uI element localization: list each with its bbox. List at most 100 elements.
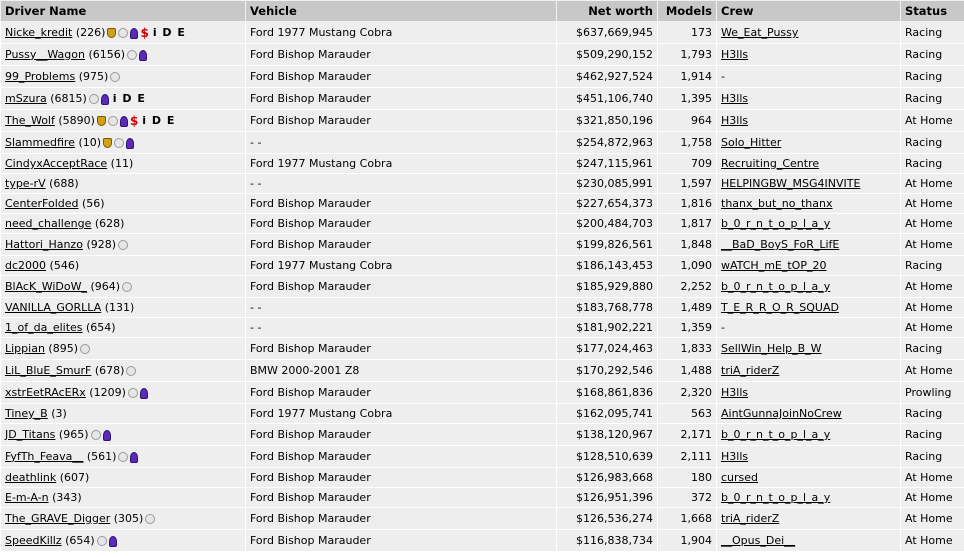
driver-cell: Slammedfire (10) — [0, 131, 246, 154]
table-row: FyfTh_Feava__ (561) Ford Bishop Marauder $… — [0, 445, 964, 468]
crew-link[interactable]: triA_riderZ — [721, 512, 779, 525]
driver-name-link[interactable]: BlAcK_WiDoW_ — [5, 280, 87, 293]
driver-level: (628) — [94, 217, 125, 230]
driver-name-link[interactable]: Hattori_Hanzo — [5, 238, 83, 251]
driver-name-link[interactable]: Tiney_B — [5, 407, 48, 420]
crew-link[interactable]: b_0_r_n_t_o_p_l_a_y — [721, 217, 830, 230]
grey-icon-wrap — [126, 364, 137, 377]
driver-name-link[interactable]: 1_of_da_elites — [5, 321, 83, 334]
col-header-crew[interactable]: Crew — [716, 0, 901, 22]
driver-cell: type-rV (688) — [0, 173, 246, 194]
ribbon-icon — [130, 451, 139, 463]
networth-cell: $199,826,561 — [556, 233, 658, 256]
models-cell: 1,597 — [657, 173, 717, 194]
col-header-status[interactable]: Status — [900, 0, 964, 22]
driver-name-link[interactable]: xstrEetRAcERx — [5, 386, 86, 399]
driver-name-link[interactable]: dc2000 — [5, 259, 46, 272]
driver-name-link[interactable]: Slammedfire — [5, 136, 75, 149]
crew-link[interactable]: Solo_Hitter — [721, 136, 781, 149]
driver-name-link[interactable]: type-rV — [5, 177, 46, 190]
driver-name-link[interactable]: Lippian — [5, 342, 45, 355]
crew-link[interactable]: b_0_r_n_t_o_p_l_a_y — [721, 428, 830, 441]
crew-link[interactable]: thanx_but_no_thanx — [721, 197, 832, 210]
status-cell: Racing — [900, 403, 964, 424]
crew-cell: cursed — [716, 467, 901, 488]
driver-level: (11) — [110, 157, 134, 170]
crew-cell: We_Eat_Pussy — [716, 21, 901, 44]
driver-name-link[interactable]: need_challenge — [5, 217, 91, 230]
crew-link[interactable]: H3lls — [721, 386, 748, 399]
driver-name-link[interactable]: The_Wolf — [5, 114, 55, 127]
crew-link[interactable]: AintGunnaJoinNoCrew — [721, 407, 842, 420]
crew-cell: H3lls — [716, 381, 901, 404]
crew-link[interactable]: H3lls — [721, 114, 748, 127]
status-cell: At Home — [900, 213, 964, 234]
driver-cell: deathlink (607) — [0, 467, 246, 488]
crew-link[interactable]: H3lls — [721, 92, 748, 105]
crew-link[interactable]: Recruiting_Centre — [721, 157, 819, 170]
grey-icon-wrap — [127, 48, 138, 61]
table-row: CindyxAcceptRace (11) Ford 1977 Mustang C… — [0, 153, 964, 174]
driver-name-link[interactable]: JD_Titans — [5, 428, 55, 441]
status-cell: At Home — [900, 487, 964, 508]
models-cell: 1,904 — [657, 529, 717, 552]
ribbon-icon-wrap — [102, 428, 111, 441]
driver-cell: xstrEetRAcERx (1209) — [0, 381, 246, 404]
driver-name-link[interactable]: The_GRAVE_Digger — [5, 512, 110, 525]
crew-link[interactable]: __BaD_BoyS_FoR_LifE — [721, 238, 839, 251]
models-cell: 1,816 — [657, 193, 717, 214]
col-header-driver[interactable]: Driver Name — [0, 0, 246, 22]
networth-cell: $227,654,373 — [556, 193, 658, 214]
driver-cell: LiL_BluE_SmurF (678) — [0, 359, 246, 382]
col-header-vehicle[interactable]: Vehicle — [245, 0, 557, 22]
grey-badge-icon — [80, 344, 91, 355]
vehicle-cell: Ford Bishop Marauder — [245, 213, 557, 234]
crew-link[interactable]: SellWin_Help_B_W — [721, 342, 822, 355]
col-header-networth[interactable]: Net worth — [556, 0, 658, 22]
driver-cell: The_Wolf (5890) $ i D E — [0, 109, 246, 132]
grey-icon-wrap — [118, 238, 129, 251]
crew-link[interactable]: We_Eat_Pussy — [721, 26, 798, 39]
driver-name-link[interactable]: CindyxAcceptRace — [5, 157, 107, 170]
crew-cell: Solo_Hitter — [716, 131, 901, 154]
ribbon-icon-wrap — [119, 114, 128, 127]
crew-link[interactable]: H3lls — [721, 48, 748, 61]
crew-link[interactable]: cursed — [721, 471, 758, 484]
status-cell: At Home — [900, 507, 964, 530]
driver-name-link[interactable]: 99_Problems — [5, 70, 75, 83]
crew-link[interactable]: HELPINGBW_MSG4INVITE — [721, 177, 860, 190]
ribbon-icon — [126, 137, 135, 149]
driver-name-link[interactable]: CenterFolded — [5, 197, 78, 210]
table-row: JD_Titans (965) Ford Bishop Marauder $138,… — [0, 423, 964, 446]
models-cell: 1,090 — [657, 255, 717, 276]
crew-cell: thanx_but_no_thanx — [716, 193, 901, 214]
models-cell: 2,171 — [657, 423, 717, 446]
driver-name-link[interactable]: FyfTh_Feava__ — [5, 450, 83, 463]
crew-link[interactable]: b_0_r_n_t_o_p_l_a_y — [721, 491, 830, 504]
networth-cell: $451,106,740 — [556, 87, 658, 110]
crew-link[interactable]: __Opus_Dei__ — [721, 534, 795, 547]
models-cell: 964 — [657, 109, 717, 132]
driver-name-link[interactable]: SpeedKillz — [5, 534, 62, 547]
crew-link[interactable]: H3lls — [721, 450, 748, 463]
models-cell: 1,359 — [657, 317, 717, 338]
driver-name-link[interactable]: E-m-A-n — [5, 491, 49, 504]
driver-name-link[interactable]: VANILLA_GORLLA — [5, 301, 101, 314]
driver-cell: CenterFolded (56) — [0, 193, 246, 214]
ribbon-icon — [130, 27, 139, 39]
vehicle-cell: Ford 1977 Mustang Cobra — [245, 21, 557, 44]
crew-link[interactable]: triA_riderZ — [721, 364, 779, 377]
crew-link[interactable]: T_E_R_R_O_R_SQUAD — [721, 301, 839, 314]
driver-name-link[interactable]: Nicke_kredit — [5, 26, 72, 39]
dollar-icon: $ — [140, 25, 149, 40]
vehicle-cell: Ford Bishop Marauder — [245, 445, 557, 468]
driver-name-link[interactable]: deathlink — [5, 471, 56, 484]
driver-cell: mSzura (6815) i D E — [0, 87, 246, 110]
crew-link[interactable]: b_0_r_n_t_o_p_l_a_y — [721, 280, 830, 293]
col-header-models[interactable]: Models — [657, 0, 717, 22]
driver-name-link[interactable]: LiL_BluE_SmurF — [5, 364, 91, 377]
driver-name-link[interactable]: mSzura — [5, 92, 47, 105]
crew-link[interactable]: wATCH_mE_tOP_20 — [721, 259, 826, 272]
driver-level: (3) — [51, 407, 67, 420]
driver-name-link[interactable]: Pussy__Wagon — [5, 48, 85, 61]
